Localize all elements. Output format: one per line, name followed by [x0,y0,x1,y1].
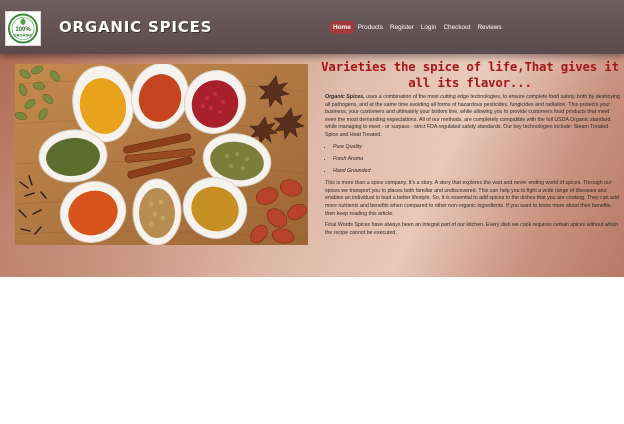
organic-seal-icon: 100% ORGANIC [8,13,38,44]
feature-item: Hand Grounded [333,168,621,176]
nav-register[interactable]: Register [387,21,417,34]
final-paragraph: Final Words Spices have always been an i… [325,222,619,236]
spices-bowls-image [15,64,308,245]
nav-reviews[interactable]: Reviews [474,21,504,34]
intro-paragraph: Organic Spices, uses a combination of th… [325,94,621,140]
site-header: 100% ORGANIC ORGANIC SPICES Home Product… [0,0,624,54]
intro-text: uses a combination of the most cutting e… [325,94,620,138]
nav-checkout[interactable]: Checkout [440,21,473,34]
feature-list: Pure Quality Fresh Aroma Hand Grounded [325,144,621,176]
hero-section: Varieties the spice of life,That gives i… [0,54,624,277]
main-nav: Home Products Register Login Checkout Re… [330,21,506,34]
intro-brand: Organic Spices, [325,94,365,100]
main-content: Organic Spices, uses a combination of th… [325,94,621,241]
nav-products[interactable]: Products [355,21,386,34]
feature-item: Pure Quality [333,144,621,152]
nav-login[interactable]: Login [418,21,440,34]
brand-title[interactable]: ORGANIC SPICES [59,18,212,36]
story-paragraph: This is more than a spice company. It's … [325,180,619,217]
nav-home[interactable]: Home [330,21,354,34]
logo-organic: ORGANIC [14,33,33,38]
spices-photo [15,64,308,245]
feature-item: Fresh Aroma [333,156,621,164]
page-title: Varieties the spice of life,That gives i… [321,59,619,90]
organic-logo[interactable]: 100% ORGANIC [5,11,41,46]
